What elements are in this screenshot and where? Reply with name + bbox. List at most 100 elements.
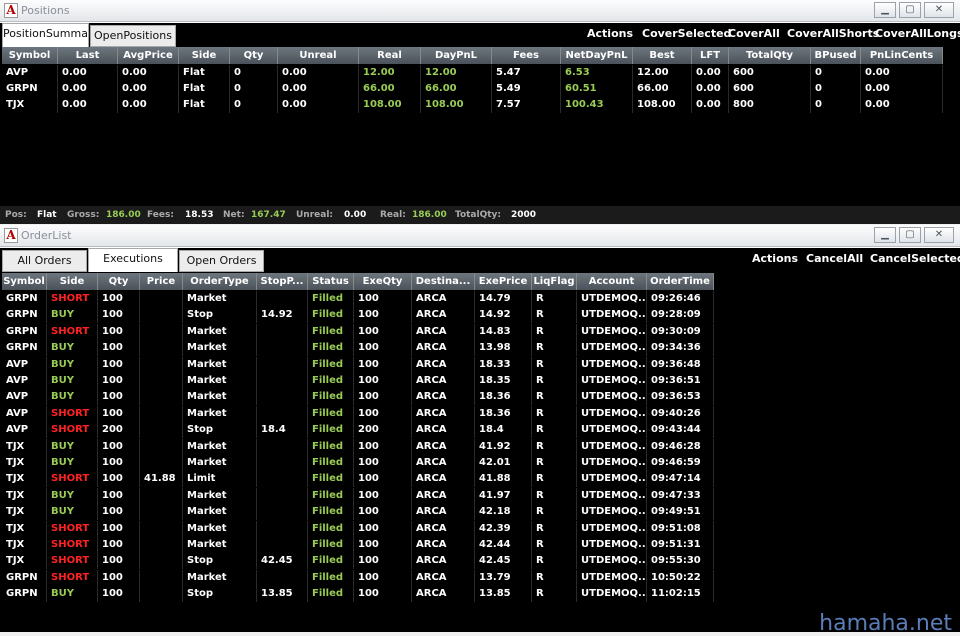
table-row[interactable]: GRPN BUY 100 Stop 14.92 Filled 100 ARCA 14.92 R UT…	[2, 307, 714, 324]
table-row[interactable]: TJX BUY 100 Market Filled 100 ARCA 42.18 R UTDEMO…	[2, 504, 714, 521]
table-row[interactable]: AVP 0.00 0.00 Flat 0 0.00 12.00 12.00 5.47 6.53 12…	[2, 65, 943, 81]
table-row[interactable]: AVP BUY 100 Market Filled 100 ARCA 18.35 R UTDEMO…	[2, 373, 714, 389]
table-cell: R	[532, 569, 577, 586]
tab-open-orders[interactable]: Open Orders	[179, 250, 264, 272]
table-cell: UTDEMOQ...	[577, 455, 647, 471]
column-header[interactable]: ExeQty	[354, 273, 412, 290]
table-row[interactable]: GRPN SHORT 100 Market Filled 100 ARCA 13.79 R UTD…	[2, 569, 714, 586]
table-row[interactable]: TJX BUY 100 Market Filled 100 ARCA 41.92 R UTDEMO…	[2, 438, 714, 455]
maximize-icon[interactable]: ▢	[899, 227, 921, 243]
table-cell: 42.18	[475, 504, 532, 521]
table-cell: Market	[183, 537, 257, 553]
orders-actions-menu[interactable]: Actions	[752, 252, 798, 265]
column-header[interactable]: NetDayPnL	[561, 47, 633, 64]
table-cell: ARCA	[412, 422, 475, 439]
table-row[interactable]: GRPN BUY 100 Stop 13.85 Filled 100 ARCA 13.85 R UT…	[2, 586, 714, 603]
column-header[interactable]: Destina...	[412, 273, 475, 290]
minimize-icon[interactable]: ▁	[874, 2, 896, 18]
tab-position-summary[interactable]: PositionSummary	[2, 23, 99, 47]
column-header[interactable]: TotalQty	[729, 47, 811, 64]
column-header[interactable]: DayPnL	[421, 47, 492, 64]
tab-all-orders[interactable]: All Orders	[2, 250, 87, 272]
positions-grid[interactable]: Symbol Last AvgPrice Side Qty Unreal Real DayPn…	[2, 47, 958, 204]
column-header[interactable]: PnLinCents	[861, 47, 943, 64]
table-cell: 100	[98, 340, 140, 357]
positions-actions-menu[interactable]: Actions	[587, 27, 633, 40]
cover-all-longs-button[interactable]: CoverAllLongs	[875, 27, 960, 40]
table-cell: GRPN	[2, 586, 47, 603]
column-header[interactable]: LiqFlag	[532, 273, 577, 290]
table-cell: 0	[811, 65, 861, 81]
column-header[interactable]: AvgPrice	[118, 47, 179, 64]
minimize-icon[interactable]: ▁	[874, 227, 896, 243]
column-header[interactable]: Unreal	[278, 47, 359, 64]
table-row[interactable]: TJX 0.00 0.00 Flat 0 0.00 108.00 108.00 7.57 100.…	[2, 97, 943, 113]
column-header[interactable]: OrderTime	[647, 273, 714, 290]
table-row[interactable]: TJX BUY 100 Market Filled 100 ARCA 41.97 R UTDEMO…	[2, 487, 714, 504]
table-cell: BUY	[47, 455, 98, 471]
column-header[interactable]: Account	[577, 273, 647, 290]
table-cell: 100	[98, 438, 140, 455]
column-header[interactable]: Price	[140, 273, 183, 290]
column-header[interactable]: Status	[308, 273, 354, 290]
column-header[interactable]: Side	[179, 47, 230, 64]
positions-titlebar[interactable]: A Positions ▁ ▢ ✕	[0, 0, 960, 22]
table-row[interactable]: GRPN 0.00 0.00 Flat 0 0.00 66.00 66.00 5.49 60.51…	[2, 81, 943, 97]
table-cell: 6.53	[561, 65, 633, 81]
table-cell: ARCA	[412, 504, 475, 521]
table-cell: 100	[354, 553, 412, 570]
column-header[interactable]: StopP...	[257, 273, 308, 290]
table-cell: GRPN	[2, 307, 47, 324]
column-header[interactable]: ExePrice	[475, 273, 532, 290]
column-header[interactable]: OrderType	[183, 273, 257, 290]
column-header[interactable]: Qty	[230, 47, 278, 64]
table-row[interactable]: TJX BUY 100 Market Filled 100 ARCA 42.01 R UTDEMO…	[2, 455, 714, 471]
table-cell: SHORT	[47, 471, 98, 488]
table-row[interactable]: AVP SHORT 200 Stop 18.4 Filled 200 ARCA 18.4 R UTD…	[2, 422, 714, 439]
executions-grid[interactable]: Symbol Side Qty Price OrderType StopP... Statu…	[2, 273, 958, 629]
table-cell	[257, 487, 308, 504]
table-row[interactable]: GRPN BUY 100 Market Filled 100 ARCA 13.98 R UTDEM…	[2, 340, 714, 357]
cover-all-shorts-button[interactable]: CoverAllShorts	[787, 27, 879, 40]
table-row[interactable]: TJX SHORT 100 Market Filled 100 ARCA 42.44 R UTDE…	[2, 537, 714, 553]
table-cell	[140, 520, 183, 537]
cover-all-button[interactable]: CoverAll	[728, 27, 780, 40]
column-header[interactable]: BPused	[811, 47, 861, 64]
close-icon[interactable]: ✕	[924, 2, 954, 18]
column-header[interactable]: Qty	[98, 273, 140, 290]
table-cell: 100	[354, 373, 412, 389]
table-cell: Market	[183, 323, 257, 340]
orderlist-titlebar[interactable]: A OrderList ▁ ▢ ✕	[0, 225, 960, 247]
cancel-all-button[interactable]: CancelAll	[806, 252, 863, 265]
table-row[interactable]: TJX SHORT 100 41.88 Limit Filled 100 ARCA 41.88 R…	[2, 471, 714, 488]
table-row[interactable]: AVP BUY 100 Market Filled 100 ARCA 18.36 R UTDEMO…	[2, 389, 714, 406]
table-cell: 100.43	[561, 97, 633, 113]
column-header[interactable]: Symbol	[2, 273, 47, 290]
table-cell: Filled	[308, 569, 354, 586]
close-icon[interactable]: ✕	[924, 227, 954, 243]
table-cell: 0.00	[278, 97, 359, 113]
column-header[interactable]: Real	[359, 47, 421, 64]
table-cell: R	[532, 291, 577, 307]
cover-selected-button[interactable]: CoverSelected	[642, 27, 731, 40]
column-header[interactable]: Last	[58, 47, 118, 64]
table-cell: 14.92	[257, 307, 308, 324]
tab-executions[interactable]: Executions	[88, 248, 178, 272]
column-header[interactable]: Symbol	[2, 47, 58, 64]
maximize-icon[interactable]: ▢	[899, 2, 921, 18]
table-cell: 66.00	[421, 81, 492, 97]
table-cell: 0.00	[692, 81, 729, 97]
tab-open-positions[interactable]: OpenPositions	[90, 25, 176, 47]
table-row[interactable]: AVP SHORT 100 Market Filled 100 ARCA 18.36 R UTDE…	[2, 405, 714, 422]
table-row[interactable]: GRPN SHORT 100 Market Filled 100 ARCA 14.83 R UTD…	[2, 323, 714, 340]
table-row[interactable]: GRPN SHORT 100 Market Filled 100 ARCA 14.79 R UTD…	[2, 291, 714, 307]
column-header[interactable]: Best	[633, 47, 692, 64]
table-cell: 108.00	[421, 97, 492, 113]
table-row[interactable]: TJX SHORT 100 Stop 42.45 Filled 100 ARCA 42.45 R U…	[2, 553, 714, 570]
column-header[interactable]: Fees	[492, 47, 561, 64]
column-header[interactable]: LFT	[692, 47, 729, 64]
table-row[interactable]: TJX SHORT 100 Market Filled 100 ARCA 42.39 R UTDE…	[2, 520, 714, 537]
table-row[interactable]: AVP BUY 100 Market Filled 100 ARCA 18.33 R UTDEMO…	[2, 356, 714, 373]
cancel-selected-button[interactable]: CancelSelected	[870, 252, 960, 265]
column-header[interactable]: Side	[47, 273, 98, 290]
